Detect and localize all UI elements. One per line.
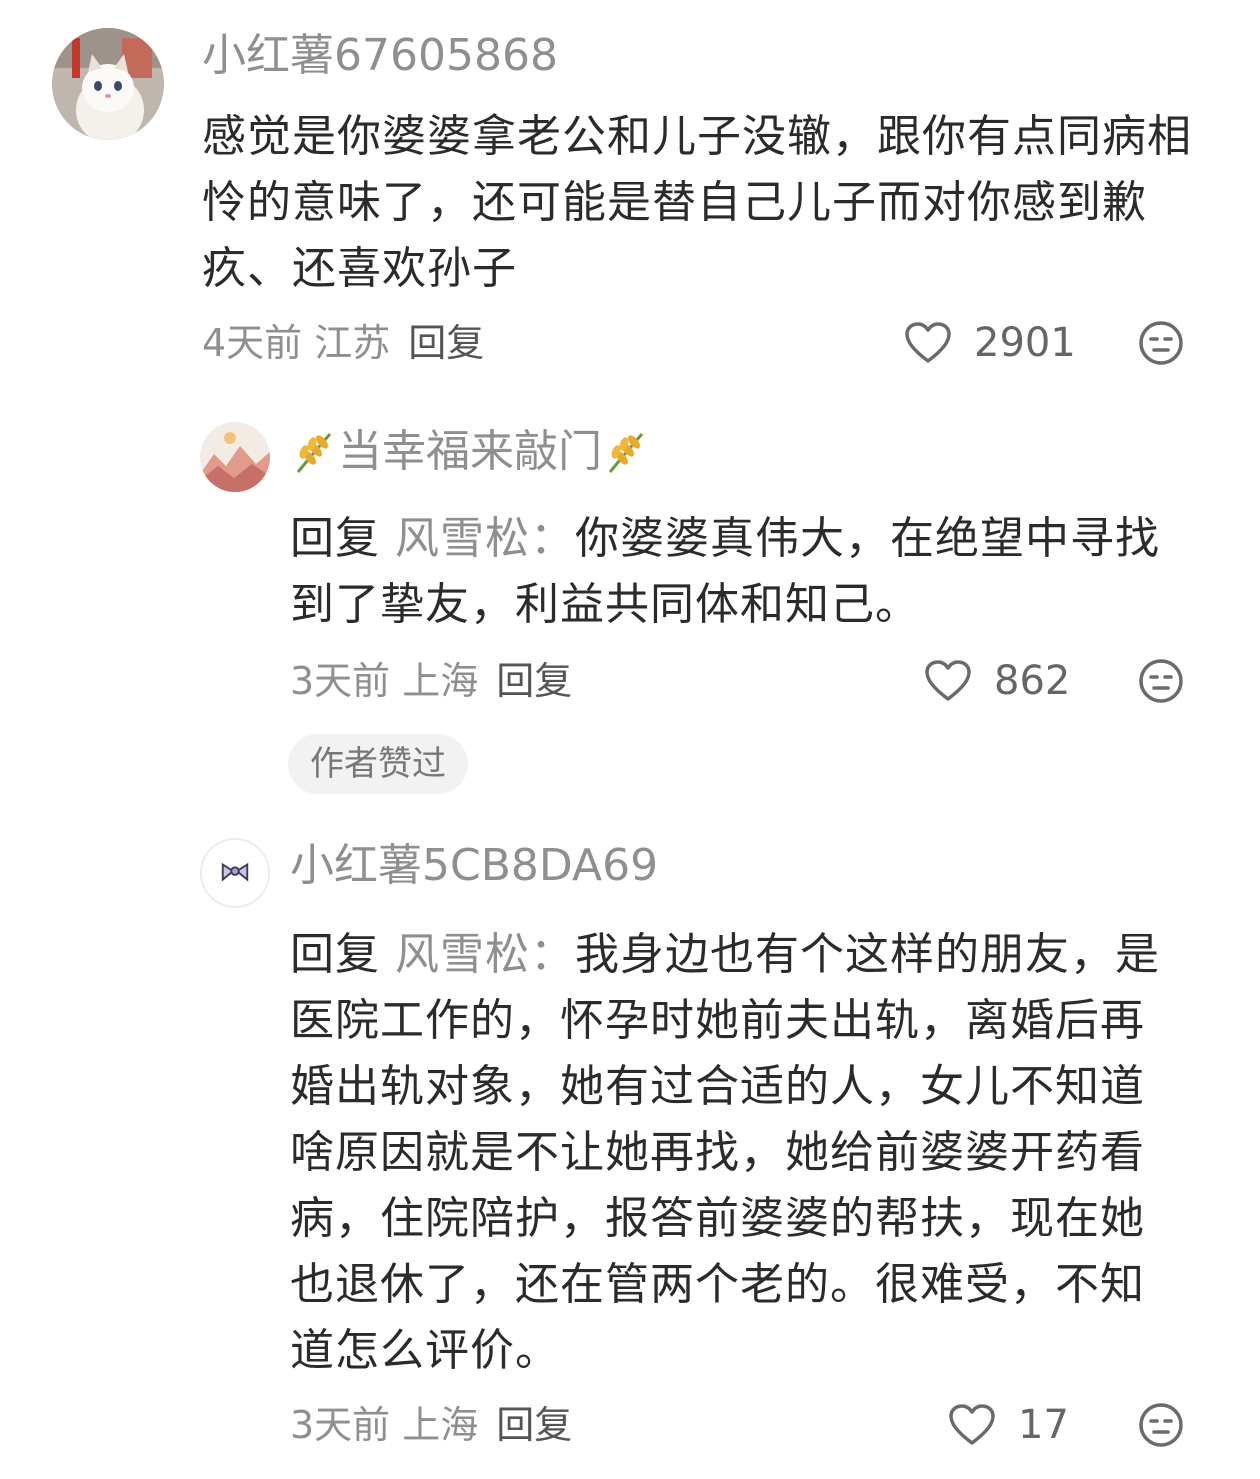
wheat-emoji-icon <box>602 428 650 476</box>
comment-1-dislike-button[interactable] <box>1138 320 1184 366</box>
heart-icon <box>925 660 971 701</box>
comment-3-like-count: 17 <box>1018 1402 1069 1448</box>
comment-2-time: 3天前 <box>290 659 391 703</box>
comment-3-text: 我身边也有个这样的朋友，是医院工作的，怀孕时她前夫出轨，离婚后再婚出轨对象，她有… <box>290 929 1160 1376</box>
meh-face-icon <box>1139 321 1183 365</box>
bow-avatar-icon <box>202 840 268 906</box>
comment-2-reply-target[interactable]: 风雪松： <box>395 513 575 564</box>
comment-3-avatar[interactable] <box>200 838 270 908</box>
comment-3-text-block: 回复 风雪松：我身边也有个这样的朋友，是医院工作的，怀孕时她前夫出轨，离婚后再婚… <box>290 922 1180 1384</box>
comment-1-text: 感觉是你婆婆拿老公和儿子没辙，跟你有点同病相怜的意味了，还可能是替自己儿子而对你… <box>202 111 1192 294</box>
comment-1-like-button[interactable]: 2901 <box>904 318 1076 368</box>
comment-3-reply-prefix: 回复 <box>290 929 380 980</box>
comment-2-like-count: 862 <box>994 658 1071 704</box>
comment-2-location: 上海 <box>402 659 479 703</box>
comment-1-time: 4天前 <box>202 321 303 365</box>
heart-icon <box>949 1404 995 1445</box>
comment-2-username: 当幸福来敲门 <box>338 426 602 477</box>
comment-2-reply-prefix: 回复 <box>290 513 380 564</box>
comment-2-avatar[interactable] <box>200 422 270 492</box>
comment-3-dislike-button[interactable] <box>1138 1402 1184 1448</box>
comment-1-location: 江苏 <box>314 321 391 365</box>
comment-2-meta: 3天前 上海 回复 <box>290 656 572 706</box>
comment-3-location: 上海 <box>402 1403 479 1447</box>
wheat-emoji-icon <box>290 428 338 476</box>
comment-2-text-block: 回复 风雪松：你婆婆真伟大，在绝望中寻找到了挚友，利益共同体和知己。 <box>290 506 1200 638</box>
comment-2-like-button[interactable]: 862 <box>924 656 1070 706</box>
author-liked-badge: 作者赞过 <box>288 734 468 794</box>
comment-2-dislike-button[interactable] <box>1138 658 1184 704</box>
comment-3-time: 3天前 <box>290 1403 391 1447</box>
comment-1-meta: 4天前 江苏 回复 <box>202 318 484 368</box>
comment-1-avatar[interactable] <box>52 28 164 140</box>
comment-3-reply-target[interactable]: 风雪松： <box>395 929 575 980</box>
comment-1-reply-button[interactable]: 回复 <box>408 321 484 365</box>
heart-icon <box>905 322 951 363</box>
comment-3-reply-button[interactable]: 回复 <box>496 1403 572 1447</box>
comment-3-like-button[interactable]: 17 <box>948 1400 1069 1450</box>
landscape-avatar-icon <box>200 422 270 492</box>
meh-face-icon <box>1139 1403 1183 1447</box>
cat-avatar-icon <box>52 28 164 140</box>
meh-face-icon <box>1139 659 1183 703</box>
comment-2-reply-button[interactable]: 回复 <box>496 659 572 703</box>
comment-1-like-count: 2901 <box>974 320 1076 366</box>
comment-1-username[interactable]: 小红薯67605868 <box>202 28 558 84</box>
comment-3-username[interactable]: 小红薯5CB8DA69 <box>290 838 658 894</box>
comment-3-meta: 3天前 上海 回复 <box>290 1400 572 1450</box>
comment-2-username-row[interactable]: 当幸福来敲门 <box>290 424 650 480</box>
